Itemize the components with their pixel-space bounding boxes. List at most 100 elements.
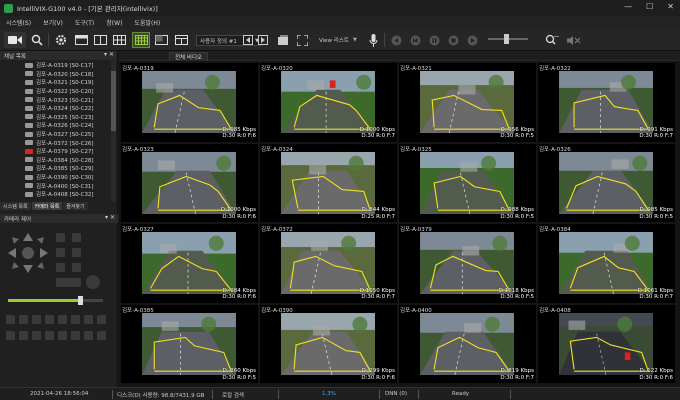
view-list-label[interactable]: View 리스트 bbox=[319, 36, 349, 44]
channel-list-item[interactable]: 김포-A-0400 [S0-C31] bbox=[0, 181, 118, 190]
video-cell[interactable]: 김포-A-0379 D:1018 Kbps D:30 R:0 F:5 bbox=[399, 224, 536, 303]
zoom-search-button[interactable] bbox=[545, 32, 559, 48]
camera-view-button[interactable] bbox=[4, 32, 26, 48]
channel-list-item[interactable]: 김포-A-0319 [S0-C17] bbox=[0, 61, 118, 70]
focus-far-button[interactable] bbox=[72, 248, 81, 257]
close-button[interactable]: ✕ bbox=[667, 2, 674, 11]
ptz-speed-dial[interactable] bbox=[86, 275, 100, 289]
channel-list-scrollbar[interactable] bbox=[111, 61, 116, 202]
channel-list-item[interactable]: 김포-A-0384 [S0-C28] bbox=[0, 156, 118, 165]
focus-near-button[interactable] bbox=[56, 248, 65, 257]
search-button[interactable] bbox=[29, 32, 45, 48]
scrollbar-thumb[interactable] bbox=[111, 71, 116, 131]
layout-1-button[interactable] bbox=[73, 32, 89, 48]
menu-system[interactable]: 시스템(S) bbox=[6, 18, 31, 27]
channel-list-item[interactable]: 김포-A-0379 [S0-C27] bbox=[0, 147, 118, 156]
ptz-speed-knob[interactable] bbox=[78, 296, 83, 305]
ptz-talk-button[interactable] bbox=[45, 331, 54, 340]
playback-slider-knob[interactable] bbox=[504, 34, 509, 44]
ptz-osd-button[interactable] bbox=[84, 331, 93, 340]
ptz-close-icon[interactable]: ▾ ✕ bbox=[105, 214, 115, 221]
prev-layout-button[interactable] bbox=[242, 32, 254, 48]
video-cell[interactable]: 김포-A-0322 D: 991 Kbps D:30 R:0 F:7 bbox=[538, 63, 675, 142]
rewind-button[interactable] bbox=[390, 32, 402, 48]
settings-button[interactable] bbox=[53, 32, 69, 48]
channel-list-item[interactable]: 김포-A-0321 [S0-C19] bbox=[0, 78, 118, 87]
preset-button[interactable] bbox=[56, 278, 81, 287]
channel-list-item[interactable]: 김포-A-0327 [S0-C25] bbox=[0, 130, 118, 139]
video-cell[interactable]: 김포-A-0390 D: 299 Kbps D:30 R:0 F:6 bbox=[260, 304, 397, 383]
ptz-lock-button[interactable] bbox=[6, 331, 15, 340]
maximize-button[interactable]: ☐ bbox=[646, 2, 653, 11]
ptz-direction-pad[interactable] bbox=[6, 231, 50, 275]
iris-close-button[interactable] bbox=[72, 263, 81, 272]
video-cell[interactable]: 김포-A-0372 D:1050 Kbps D:30 R:0 F:7 bbox=[260, 224, 397, 303]
channel-list-item[interactable]: 김포-A-0324 [S0-C22] bbox=[0, 104, 118, 113]
ptz-home-button[interactable] bbox=[6, 315, 15, 324]
layout-2-button[interactable] bbox=[92, 32, 108, 48]
channel-list-item[interactable]: 김포-A-0385 [S0-C29] bbox=[0, 164, 118, 173]
ptz-relay-button[interactable] bbox=[71, 331, 80, 340]
video-cell[interactable]: 김포-A-0323 D:1000 Kbps D:30 R:0 F:6 bbox=[121, 143, 258, 222]
channel-list-item[interactable]: 김포-A-0323 [S0-C21] bbox=[0, 95, 118, 104]
mute-button[interactable] bbox=[566, 32, 580, 48]
channel-list-item[interactable]: 김포-A-0320 [S0-C18] bbox=[0, 70, 118, 79]
stop-button[interactable] bbox=[447, 32, 459, 48]
ptz-menu-button[interactable] bbox=[97, 315, 106, 324]
layout-3-button[interactable] bbox=[111, 32, 127, 48]
video-cell[interactable]: 김포-A-0385 D: 360 Kbps D:30 R:0 F:5 bbox=[121, 304, 258, 383]
layout-4x4-button[interactable] bbox=[132, 32, 150, 48]
channel-list-item[interactable]: 김포-A-0408 [S0-C32] bbox=[0, 190, 118, 199]
video-stat-line: D:30 R:0 F:7 bbox=[361, 133, 395, 139]
ptz-preset-button[interactable] bbox=[19, 315, 28, 324]
video-cell[interactable]: 김포-A-0400 D: 819 Kbps D:30 R:0 F:7 bbox=[399, 304, 536, 383]
video-cell[interactable]: 김포-A-0324 D: 844 Kbps D:25 R:0 F:7 bbox=[260, 143, 397, 222]
video-cell[interactable]: 김포-A-0319 D: 985 Kbps D:30 R:0 F:6 bbox=[121, 63, 258, 142]
ptz-info-button[interactable] bbox=[97, 331, 106, 340]
iris-open-button[interactable] bbox=[56, 263, 65, 272]
minimize-button[interactable]: — bbox=[624, 2, 632, 11]
zoom-out-button[interactable] bbox=[72, 233, 81, 242]
video-cell[interactable]: 김포-A-0320 D:1000 Kbps D:30 R:0 F:7 bbox=[260, 63, 397, 142]
layout-6-button[interactable] bbox=[173, 32, 189, 48]
video-cell[interactable]: 김포-A-0326 D: 985 Kbps D:30 R:0 F:5 bbox=[538, 143, 675, 222]
zoom-in-button[interactable] bbox=[56, 233, 65, 242]
tab-system-list[interactable]: 시스템 목록 bbox=[0, 202, 31, 210]
video-cell[interactable]: 김포-A-0384 D:1061 Kbps D:30 R:0 F:7 bbox=[538, 224, 675, 303]
menu-tools[interactable]: 도구(T) bbox=[75, 18, 94, 27]
step-back-button[interactable] bbox=[409, 32, 421, 48]
channel-list-item[interactable]: 김포-A-0326 [S0-C24] bbox=[0, 121, 118, 130]
next-layout-button[interactable] bbox=[257, 32, 269, 48]
fullscreen-button[interactable] bbox=[295, 32, 309, 48]
sequence-button[interactable] bbox=[276, 32, 290, 48]
playback-slider[interactable] bbox=[488, 34, 528, 44]
video-cell[interactable]: 김포-A-0325 D: 988 Kbps D:30 R:0 F:5 bbox=[399, 143, 536, 222]
tab-all-video[interactable]: 전체 비디오 bbox=[169, 52, 209, 61]
video-cell[interactable]: 김포-A-0408 D: 122 Kbps D:30 R:0 F:6 bbox=[538, 304, 675, 383]
tab-favorites[interactable]: 즐겨찾기 bbox=[63, 202, 88, 210]
microphone-button[interactable] bbox=[366, 32, 380, 48]
ptz-alarm-button[interactable] bbox=[58, 331, 67, 340]
layout-5-button[interactable] bbox=[153, 32, 169, 48]
video-cell[interactable]: 김포-A-0321 D: 956 Kbps D:30 R:0 F:5 bbox=[399, 63, 536, 142]
channel-list-item[interactable]: 김포-A-0322 [S0-C20] bbox=[0, 87, 118, 96]
play-button[interactable] bbox=[466, 32, 478, 48]
tab-camera-list[interactable]: 카메라 목록 bbox=[31, 202, 63, 210]
pin-icon[interactable]: ▾ ✕ bbox=[104, 51, 114, 58]
ptz-snapshot-button[interactable] bbox=[32, 331, 41, 340]
ptz-tour-button[interactable] bbox=[32, 315, 41, 324]
ptz-speed-slider[interactable] bbox=[8, 296, 103, 305]
ptz-light-button[interactable] bbox=[71, 315, 80, 324]
ptz-wiper-button[interactable] bbox=[84, 315, 93, 324]
channel-list-item[interactable]: 김포-A-0372 [S0-C26] bbox=[0, 138, 118, 147]
channel-list-item[interactable]: 김포-A-0325 [S0-C23] bbox=[0, 113, 118, 122]
menu-view[interactable]: 보기(V) bbox=[43, 18, 63, 27]
pause-button[interactable] bbox=[428, 32, 440, 48]
ptz-record-button[interactable] bbox=[19, 331, 28, 340]
channel-list-item[interactable]: 김포-A-0390 [S0-C30] bbox=[0, 173, 118, 182]
menu-window[interactable]: 창(W) bbox=[106, 18, 122, 27]
ptz-aux-button[interactable] bbox=[58, 315, 67, 324]
video-cell[interactable]: 김포-A-0327 D: 984 Kbps D:30 R:0 F:6 bbox=[121, 224, 258, 303]
menu-help[interactable]: 도움말(H) bbox=[134, 18, 160, 27]
ptz-pattern-button[interactable] bbox=[45, 315, 54, 324]
